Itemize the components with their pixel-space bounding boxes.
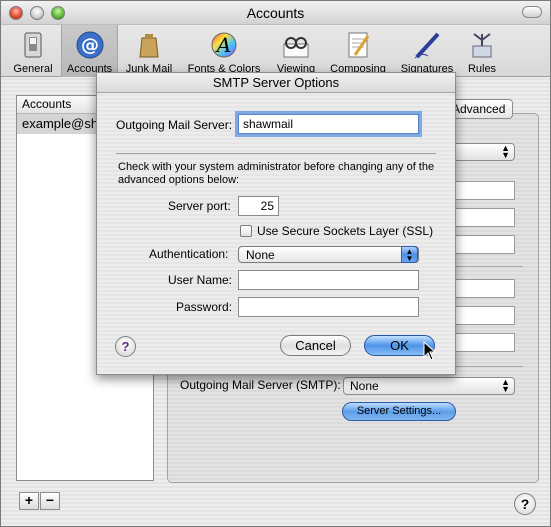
toolbar-viewing[interactable]: Viewing [268,25,324,77]
outgoing-server-field[interactable]: shawmail [238,114,419,134]
font-color-icon: A [211,32,237,58]
smtp-options-sheet: SMTP Server Options Outgoing Mail Server… [96,72,456,375]
cancel-button[interactable]: Cancel [280,335,351,356]
remove-account-button[interactable]: − [40,492,60,510]
toolbar-label: General [13,63,53,75]
glasses-icon [283,37,309,58]
smtp-server-popup[interactable]: None ▲ ▼ [343,377,515,395]
title-bar: Accounts [1,1,550,25]
notepad-pencil-icon [348,32,370,58]
window-title: Accounts [246,5,305,21]
password-field[interactable] [238,297,419,317]
sheet-title: SMTP Server Options [212,75,340,90]
ssl-label: Use Secure Sockets Layer (SSL) [257,224,434,238]
authentication-value: None [246,248,275,262]
accounts-window: Accounts General @ Accounts Junk Mail A … [0,0,551,527]
help-button[interactable]: ? [514,493,536,515]
server-port-label: Server port: [168,199,231,213]
svg-text:@: @ [81,35,99,56]
toolbar-signatures[interactable]: Signatures [392,25,462,77]
divider [456,366,523,367]
smtp-server-value: None [350,379,379,393]
popup-arrows-icon: ▲ ▼ [501,143,510,160]
server-port-field[interactable]: 25 [238,196,279,216]
server-settings-button[interactable]: Server Settings... [342,402,456,421]
username-field[interactable] [238,270,419,290]
at-sign-icon: @ [76,31,103,59]
popup-arrows-icon: ▲ ▼ [401,246,418,263]
toolbar-toggle-icon[interactable] [522,6,542,18]
sheet-help-button[interactable]: ? [115,336,136,357]
popup-arrows-icon: ▲ ▼ [501,377,510,394]
pen-icon [414,32,440,59]
add-account-button[interactable]: + [19,492,39,510]
toolbar-rules[interactable]: Rules [462,25,502,77]
mouse-pointer-icon [423,341,437,361]
smtp-label: Outgoing Mail Server (SMTP): [180,378,341,392]
svg-text:A: A [215,33,231,57]
toolbar-label: Rules [467,63,497,75]
toolbar-fonts-colors[interactable]: A Fonts & Colors [180,25,268,77]
rules-icon [472,33,492,58]
toolbar-accounts[interactable]: @ Accounts [61,25,118,77]
toolbar-composing[interactable]: Composing [324,25,392,77]
authentication-label: Authentication: [149,247,229,261]
outgoing-server-label: Outgoing Mail Server: [116,118,233,132]
switch-icon [24,32,42,58]
admin-note: Check with your system administrator bef… [118,161,435,186]
preferences-toolbar: General @ Accounts Junk Mail A Fonts & C… [1,25,550,77]
divider [116,153,436,154]
authentication-popup[interactable]: None ▲ ▼ [238,246,419,263]
ssl-checkbox[interactable] [240,225,252,237]
password-label: Password: [176,300,233,314]
toolbar-junk-mail[interactable]: Junk Mail [118,25,180,77]
username-label: User Name: [168,273,233,287]
toolbar-general[interactable]: General [5,25,61,77]
trash-bag-icon [139,34,159,58]
